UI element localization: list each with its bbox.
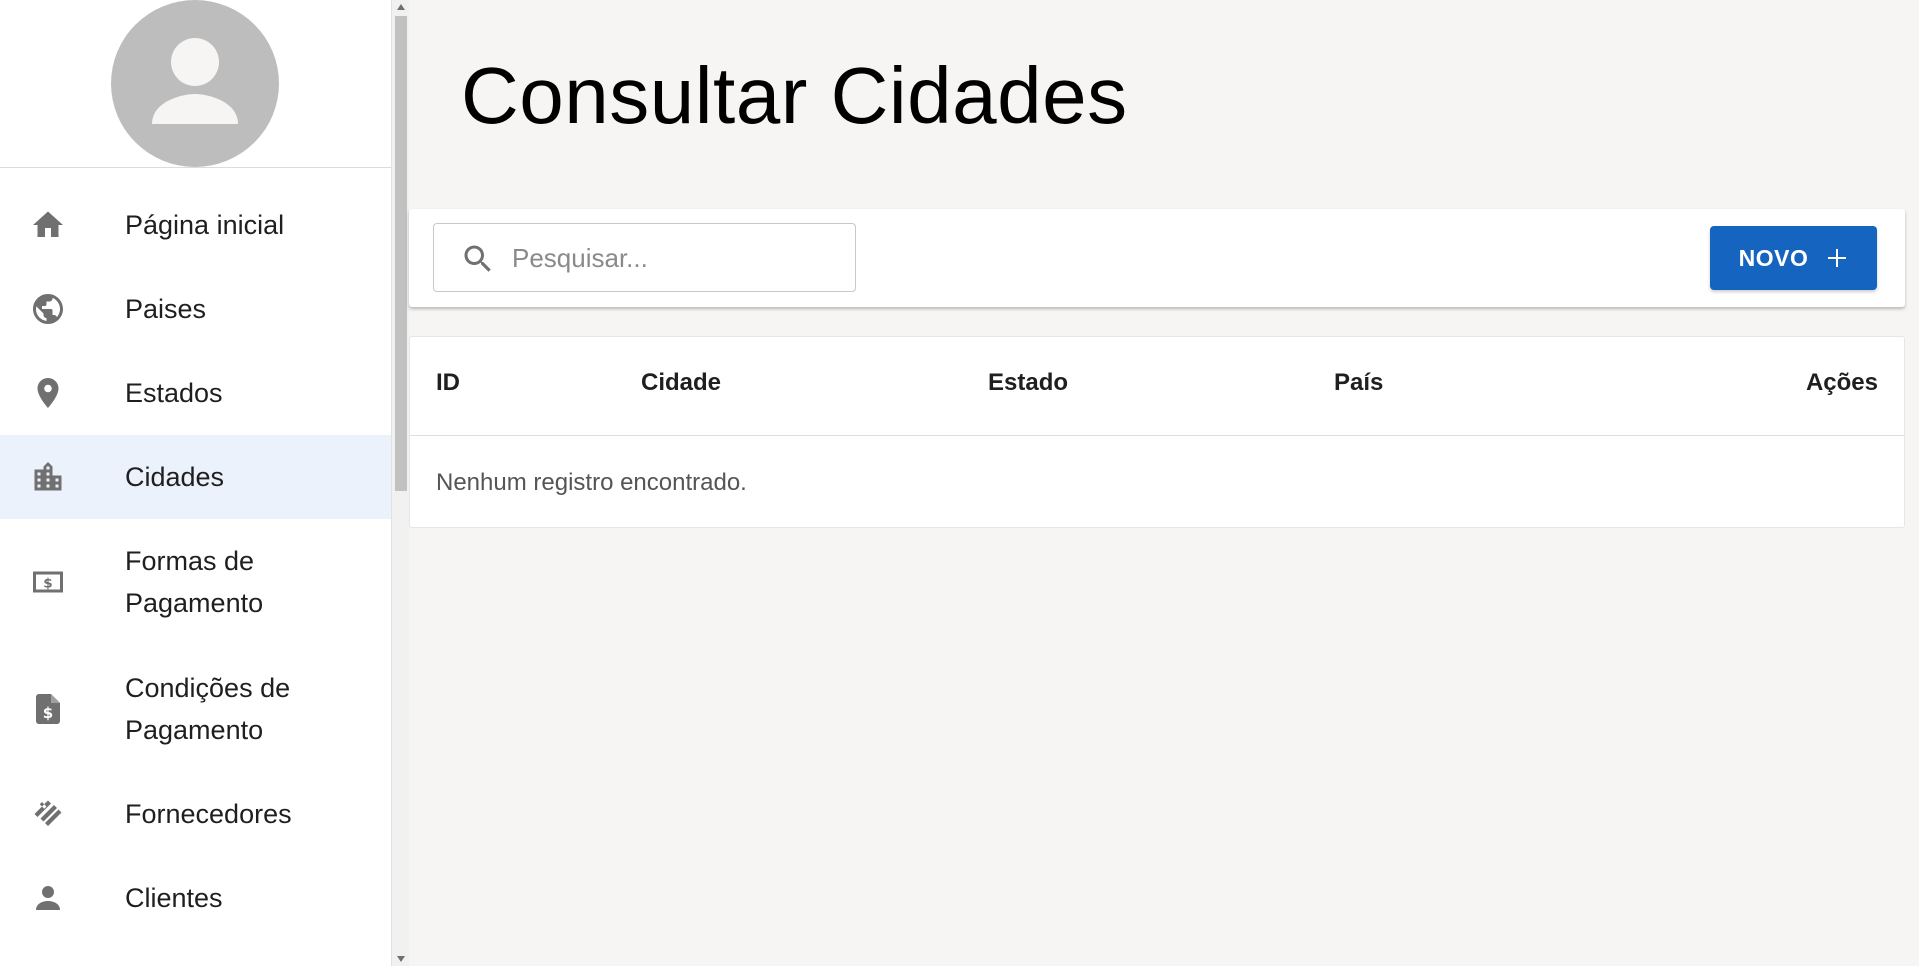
sidebar-item-fornecedores[interactable]: Fornecedores: [0, 772, 391, 856]
sidebar: Página inicial Paises Estados Cidades $ …: [0, 0, 391, 966]
user-icon: [152, 38, 238, 124]
sidebar-item-clientes[interactable]: Clientes: [0, 856, 391, 940]
person-icon: [28, 878, 68, 918]
sidebar-item-condicoes-de-pagamento[interactable]: $ Condições de Pagamento: [0, 667, 391, 751]
table-header: ID Cidade Estado País Ações: [410, 337, 1904, 436]
column-header-acoes: Ações: [1805, 369, 1878, 396]
toolbar: NOVO: [409, 209, 1905, 307]
sidebar-item-paises[interactable]: Paises: [0, 267, 391, 351]
search-box[interactable]: [433, 223, 856, 292]
sidebar-item-cidades[interactable]: Cidades: [0, 435, 391, 519]
avatar[interactable]: [111, 0, 279, 167]
svg-text:$: $: [43, 575, 52, 591]
sidebar-item-label: Paises: [125, 294, 207, 324]
sidebar-item-label: Condições de Pagamento: [125, 673, 291, 745]
page-title: Consultar Cidades: [461, 51, 1128, 140]
location-pin-icon: [28, 373, 68, 413]
column-header-id[interactable]: ID: [436, 369, 460, 397]
city-icon: [28, 457, 68, 497]
sidebar-item-label: Clientes: [125, 883, 223, 913]
globe-icon: [28, 289, 68, 329]
new-button-label: NOVO: [1738, 244, 1809, 271]
scroll-up-arrow-icon[interactable]: [392, 0, 410, 14]
scroll-down-arrow-icon[interactable]: [392, 952, 410, 966]
search-icon: [464, 245, 491, 272]
invoice-dollar-icon: $: [28, 689, 68, 729]
column-header-pais[interactable]: País: [1334, 369, 1383, 397]
sidebar-item-estados[interactable]: Estados: [0, 351, 391, 435]
plus-icon: [1828, 249, 1847, 267]
sidebar-item-formas-de-pagamento[interactable]: $ Formas de Pagamento: [0, 540, 391, 624]
cash-icon: $: [28, 562, 68, 602]
column-header-estado[interactable]: Estado: [988, 369, 1068, 397]
sidebar-item-label: Formas de Pagamento: [125, 546, 264, 618]
empty-table-message: Nenhum registro encontrado.: [436, 469, 747, 496]
new-button[interactable]: NOVO: [1710, 226, 1877, 290]
sidebar-item-label: Fornecedores: [125, 799, 292, 829]
home-icon: [28, 205, 68, 245]
cities-table: ID Cidade Estado País Ações Nenhum regis…: [409, 336, 1905, 528]
sidebar-item-label: Cidades: [125, 462, 225, 492]
handshake-icon: [28, 794, 68, 834]
scrollbar-thumb[interactable]: [395, 16, 407, 491]
sidebar-scrollbar[interactable]: [391, 0, 409, 966]
svg-text:$: $: [43, 704, 53, 722]
column-header-cidade[interactable]: Cidade: [641, 369, 721, 397]
search-input[interactable]: [512, 234, 842, 282]
sidebar-item-label: Estados: [125, 378, 223, 408]
sidebar-item-label: Página inicial: [125, 210, 285, 240]
avatar-section: [0, 0, 391, 168]
sidebar-item-pagina-inicial[interactable]: Página inicial: [0, 183, 391, 267]
